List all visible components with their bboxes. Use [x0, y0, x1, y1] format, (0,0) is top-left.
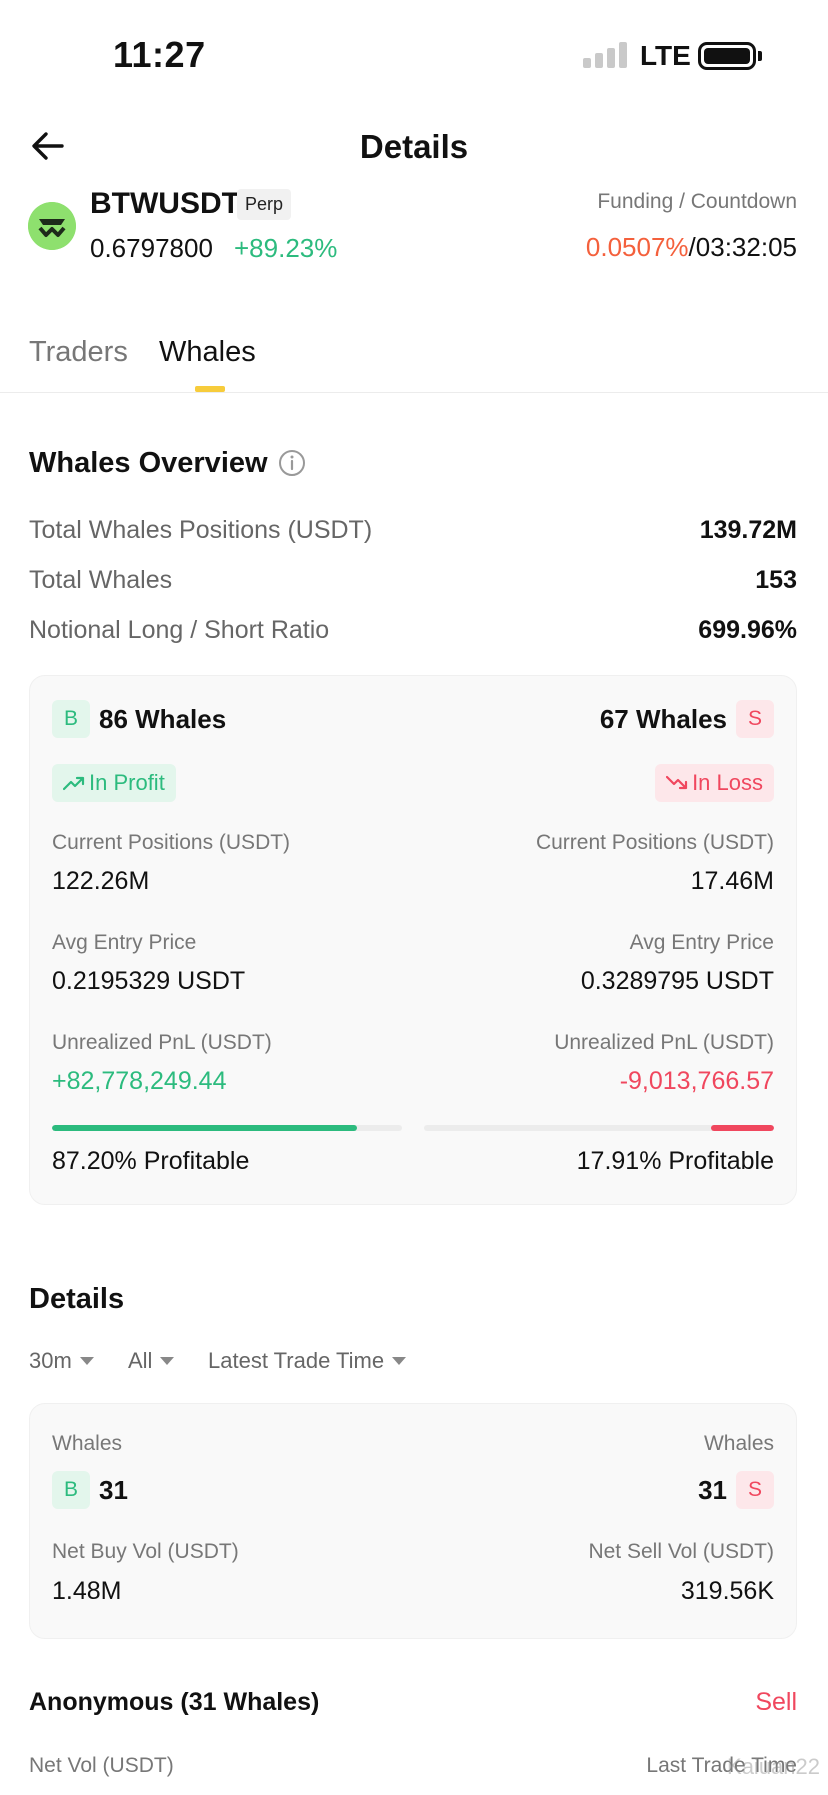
short-profitable-fill — [711, 1125, 774, 1131]
buy-badge: B — [52, 1471, 90, 1509]
contract-type-badge: Perp — [237, 189, 292, 220]
net-sell-vol-value: 319.56K — [680, 1577, 774, 1605]
net-vol-label: Net Vol (USDT) — [29, 1754, 174, 1777]
buy-whales-count: 31 — [99, 1475, 128, 1505]
watermark: Kaiuan22 — [727, 1754, 820, 1779]
long-profitable-bar — [52, 1125, 402, 1131]
funding-separator: / — [688, 232, 696, 262]
side-filter-label: All — [128, 1348, 153, 1373]
trader-side: Sell — [755, 1688, 797, 1716]
short-whale-count: 67 Whales — [599, 704, 727, 734]
long-profitable-fill — [52, 1125, 358, 1131]
stat-label: Notional Long / Short Ratio — [29, 616, 330, 644]
short-profitable-bar — [424, 1125, 774, 1131]
chevron-down-icon — [160, 1357, 175, 1365]
page-title: Details — [359, 128, 469, 165]
buy-badge: B — [52, 700, 90, 738]
long-pnl-label: Unrealized PnL (USDT) — [52, 1031, 272, 1054]
status-bar: 11:27 LTE — [0, 0, 828, 110]
stat-value: 153 — [755, 566, 797, 594]
short-positions-value: 17.46M — [690, 867, 774, 895]
long-positions-value: 122.26M — [52, 867, 150, 895]
tab-traders[interactable]: Traders — [29, 336, 128, 369]
net-buy-vol-value: 1.48M — [52, 1577, 122, 1605]
coin-logo-icon — [28, 202, 76, 250]
stat-label: Total Whales — [29, 566, 173, 594]
net-buy-vol-label: Net Buy Vol (USDT) — [52, 1540, 239, 1563]
sort-filter[interactable]: Latest Trade Time — [208, 1348, 407, 1374]
in-loss-pill: In Loss — [655, 764, 774, 802]
tab-divider — [0, 392, 828, 393]
trend-up-icon — [63, 776, 85, 791]
status-time: 11:27 — [113, 34, 206, 75]
trend-down-icon — [666, 775, 688, 790]
funding-row: 0.0507%/03:32:05 — [586, 232, 797, 263]
short-entry-value: 0.3289795 USDT — [580, 967, 774, 995]
long-positions-label: Current Positions (USDT) — [52, 831, 291, 854]
ticker-symbol[interactable]: BTWUSDT — [90, 187, 240, 221]
tab-whales[interactable]: Whales — [159, 336, 256, 369]
in-profit-label: In Profit — [89, 770, 165, 795]
details-title: Details — [29, 1283, 125, 1315]
chevron-down-icon — [392, 1357, 407, 1365]
interval-filter-label: 30m — [29, 1348, 72, 1373]
in-loss-label: In Loss — [692, 770, 763, 795]
sell-whales-count: 31 — [698, 1475, 727, 1505]
sort-filter-label: Latest Trade Time — [208, 1348, 385, 1373]
side-filter[interactable]: All — [128, 1348, 175, 1374]
net-sell-vol-label: Net Sell Vol (USDT) — [588, 1540, 774, 1563]
sell-whales-label: Whales — [703, 1432, 774, 1455]
interval-filter[interactable]: 30m — [29, 1348, 94, 1374]
chevron-down-icon — [79, 1357, 94, 1365]
details-card: Whales Whales B 31 31 S Net Buy Vol (USD… — [29, 1403, 797, 1639]
short-profitable-text: 17.91% Profitable — [576, 1147, 774, 1175]
short-pnl-value: -9,013,766.57 — [619, 1067, 774, 1095]
network-type: LTE — [640, 40, 691, 71]
short-positions-label: Current Positions (USDT) — [535, 831, 774, 854]
long-entry-label: Avg Entry Price — [52, 931, 197, 954]
funding-countdown: 03:32:05 — [695, 232, 797, 262]
last-price: 0.6797800 — [90, 233, 213, 263]
stat-label: Total Whales Positions (USDT) — [29, 516, 373, 544]
overview-title: Whales Overview — [29, 447, 268, 479]
funding-label: Funding / Countdown — [597, 190, 797, 213]
long-pnl-value: +82,778,249.44 — [52, 1067, 227, 1095]
funding-rate: 0.0507% — [585, 232, 689, 262]
stat-value: 699.96% — [698, 616, 797, 644]
short-pnl-label: Unrealized PnL (USDT) — [554, 1031, 774, 1054]
long-short-card: B 86 Whales 67 Whales S In Profit In Los… — [29, 675, 797, 1205]
info-icon[interactable] — [278, 449, 306, 477]
buy-whales-label: Whales — [52, 1432, 123, 1455]
sell-badge: S — [736, 700, 774, 738]
battery-icon — [698, 42, 756, 70]
stat-value: 139.72M — [699, 516, 797, 544]
short-entry-label: Avg Entry Price — [629, 931, 774, 954]
in-profit-pill: In Profit — [52, 764, 176, 802]
price-change: +89.23% — [234, 233, 338, 263]
sell-badge: S — [736, 1471, 774, 1509]
battery-nub — [758, 51, 762, 61]
signal-icon — [583, 42, 627, 68]
long-profitable-text: 87.20% Profitable — [52, 1147, 250, 1175]
long-entry-value: 0.2195329 USDT — [52, 967, 246, 995]
long-whale-count: 86 Whales — [99, 704, 227, 734]
trader-name[interactable]: Anonymous (31 Whales) — [29, 1688, 319, 1717]
